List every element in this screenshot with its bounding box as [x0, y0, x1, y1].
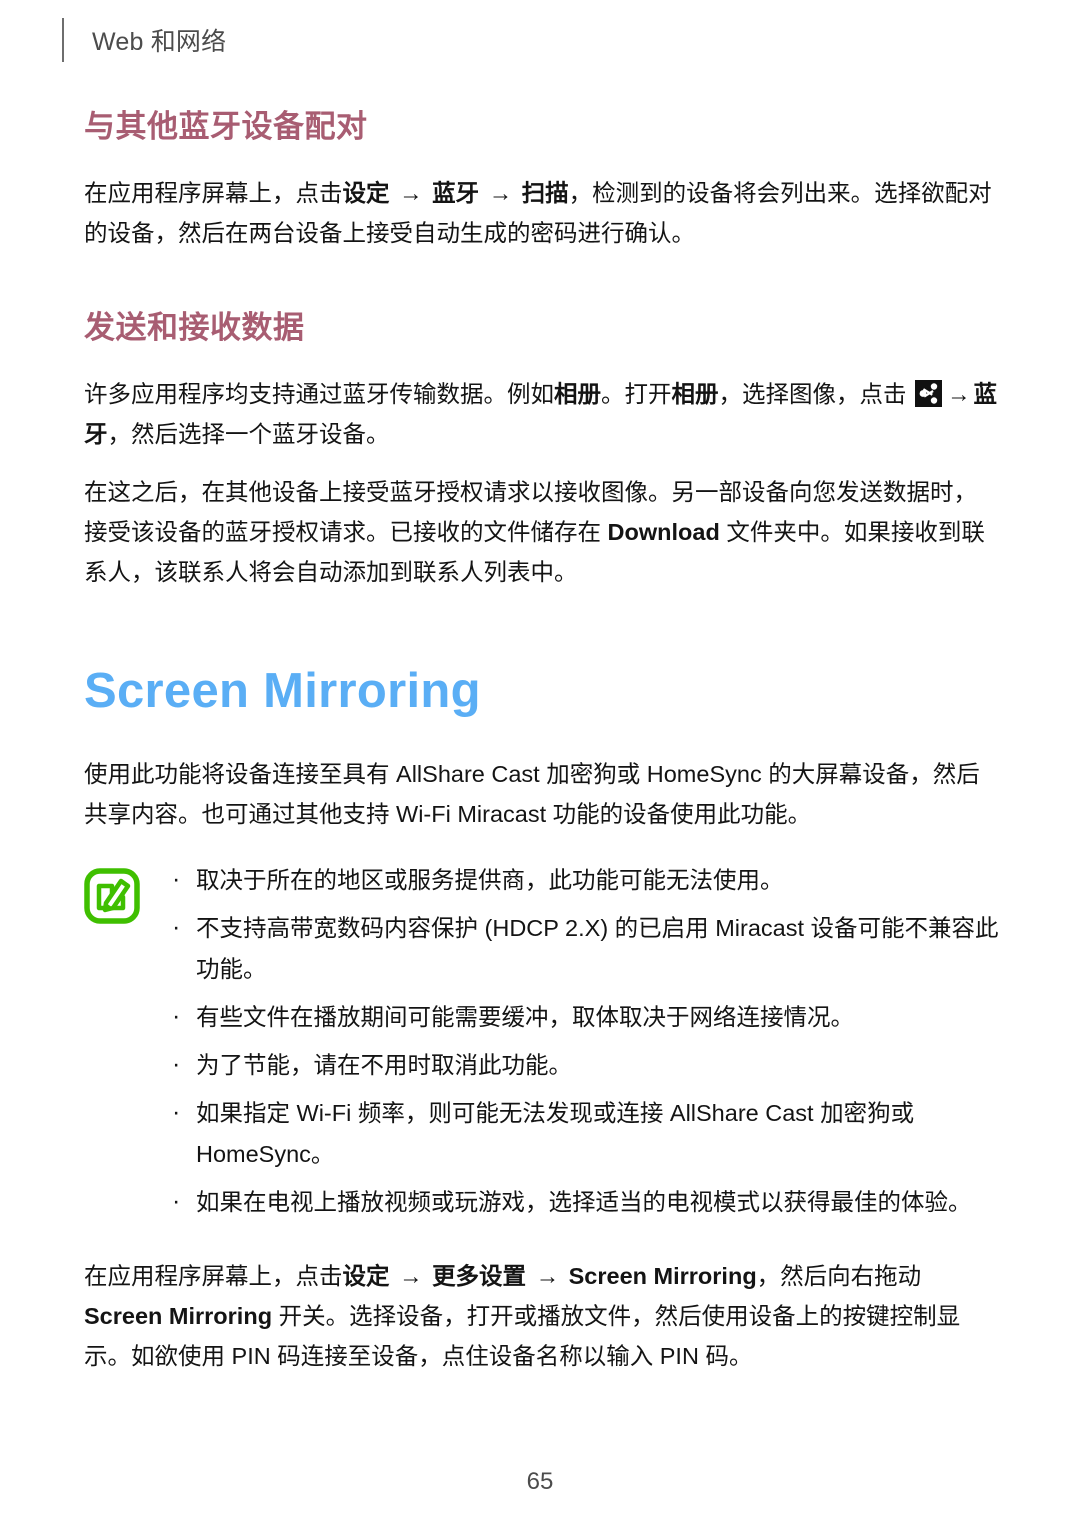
arrow-glyph: →	[947, 380, 971, 407]
section-heading-send-receive: 发送和接收数据	[84, 309, 305, 345]
note-list: 取决于所在的地区或服务提供商，此功能可能无法使用。 不支持高带宽数码内容保护 (…	[166, 859, 1000, 1230]
note-pencil-icon	[84, 868, 140, 925]
bold-download-folder: Download	[607, 518, 720, 545]
arrow-glyph: →	[529, 1263, 566, 1290]
paragraph-bluetooth-pairing: 在应用程序屏幕上，点击设定 → 蓝牙 → 扫描，检测到的设备将会列出来。选择欲配…	[84, 173, 1000, 253]
text-run: 在应用程序屏幕上，点击	[84, 179, 343, 206]
share-icon	[915, 379, 943, 407]
bold-album-first: 相册	[554, 380, 601, 407]
paragraph-screen-mirroring-steps: 在应用程序屏幕上，点击设定 → 更多设置 → Screen Mirroring，…	[84, 1256, 1000, 1376]
arrow-glyph: →	[392, 1263, 430, 1290]
text-run: ，选择图像，点击	[718, 380, 914, 407]
note-item: 如果指定 Wi-Fi 频率，则可能无法发现或连接 AllShare Cast 加…	[166, 1092, 1000, 1175]
text-run: ，然后选择一个蓝牙设备。	[107, 420, 390, 447]
note-item: 为了节能，请在不用时取消此功能。	[166, 1044, 1000, 1086]
paragraph-send-receive-2: 在这之后，在其他设备上接受蓝牙授权请求以接收图像。另一部设备向您发送数据时，接受…	[84, 472, 1000, 592]
text-run: 。打开	[601, 380, 672, 407]
note-item: 取决于所在的地区或服务提供商，此功能可能无法使用。	[166, 859, 1000, 901]
bold-screen-mirroring-2: Screen Mirroring	[84, 1303, 273, 1330]
text-run: 在应用程序屏幕上，点击	[84, 1263, 343, 1290]
bold-screen-mirroring-1: Screen Mirroring	[568, 1263, 757, 1290]
arrow-glyph: →	[482, 179, 519, 206]
page-header: Web 和网络	[62, 18, 226, 62]
text-run: ，然后向右拖动	[756, 1263, 922, 1290]
bold-bluetooth: 蓝牙	[432, 179, 480, 206]
note-item: 有些文件在播放期间可能需要缓冲，取体取决于网络连接情况。	[166, 996, 1000, 1038]
page-number: 65	[526, 1468, 554, 1495]
note-item: 不支持高带宽数码内容保护 (HDCP 2.X) 的已启用 Miracast 设备…	[166, 907, 1000, 990]
page-content: 与其他蓝牙设备配对 在应用程序屏幕上，点击设定 → 蓝牙 → 扫描，检测到的设备…	[84, 108, 1000, 1376]
paragraph-screen-mirroring-intro: 使用此功能将设备连接至具有 AllShare Cast 加密狗或 HomeSyn…	[84, 761, 980, 828]
bold-scan: 扫描	[521, 179, 569, 206]
header-title: Web 和网络	[92, 28, 227, 56]
header-rule-icon	[62, 18, 64, 62]
text-run: 许多应用程序均支持通过蓝牙传输数据。例如	[84, 380, 554, 407]
bold-album-second: 相册	[671, 380, 719, 407]
paragraph-send-receive-1: 许多应用程序均支持通过蓝牙传输数据。例如相册。打开相册，选择图像，点击 → 蓝牙，…	[84, 374, 1000, 454]
chapter-heading-screen-mirroring: Screen Mirroring	[84, 663, 481, 718]
arrow-glyph: →	[392, 179, 430, 206]
bold-settings: 设定	[342, 179, 390, 206]
section-heading-bluetooth-pairing: 与其他蓝牙设备配对	[84, 109, 368, 144]
bold-more-settings: 更多设置	[432, 1263, 527, 1290]
note-item: 如果在电视上播放视频或玩游戏，选择适当的电视模式以获得最佳的体验。	[166, 1181, 1000, 1223]
bold-settings-2: 设定	[342, 1263, 390, 1290]
note-callout: 取决于所在的地区或服务提供商，此功能可能无法使用。 不支持高带宽数码内容保护 (…	[84, 859, 1000, 1230]
